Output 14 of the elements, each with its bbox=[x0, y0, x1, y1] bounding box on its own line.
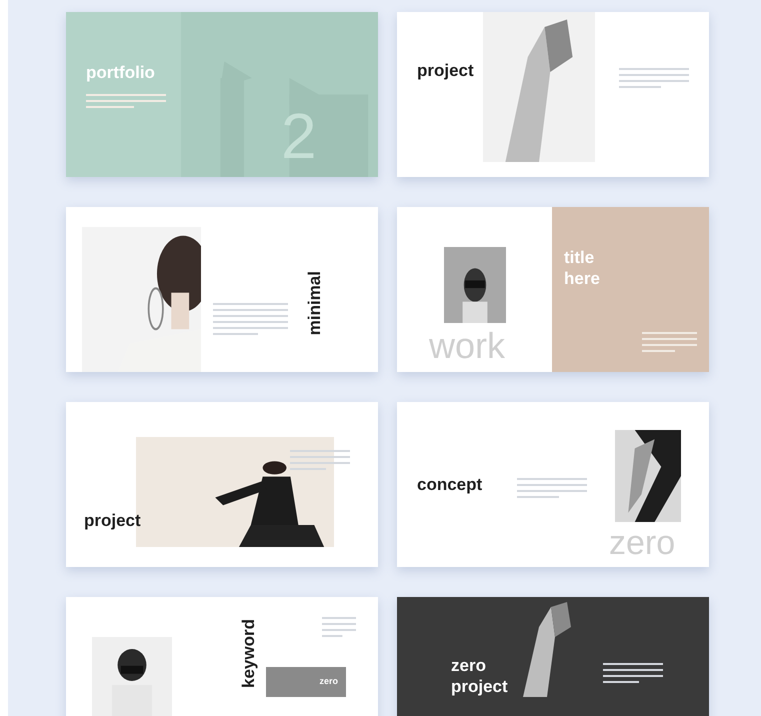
slide-title: project bbox=[84, 510, 141, 532]
slide-card[interactable]: minimal bbox=[66, 207, 378, 372]
slide-title: portfolio bbox=[86, 62, 156, 84]
slide-title: project bbox=[417, 61, 474, 80]
slide-title: keyword bbox=[238, 619, 259, 688]
slide-title: title here bbox=[564, 247, 601, 290]
tag-text: zero bbox=[319, 675, 338, 688]
slide-title: concept bbox=[417, 474, 482, 496]
slide-card[interactable]: project bbox=[66, 402, 378, 567]
slide-title: zero project bbox=[451, 655, 509, 698]
slide-title: minimal bbox=[304, 271, 325, 336]
slide-card[interactable]: keyword zero bbox=[66, 597, 378, 716]
slide-card[interactable]: zero project bbox=[397, 597, 709, 716]
slide-card[interactable]: project bbox=[397, 12, 709, 177]
